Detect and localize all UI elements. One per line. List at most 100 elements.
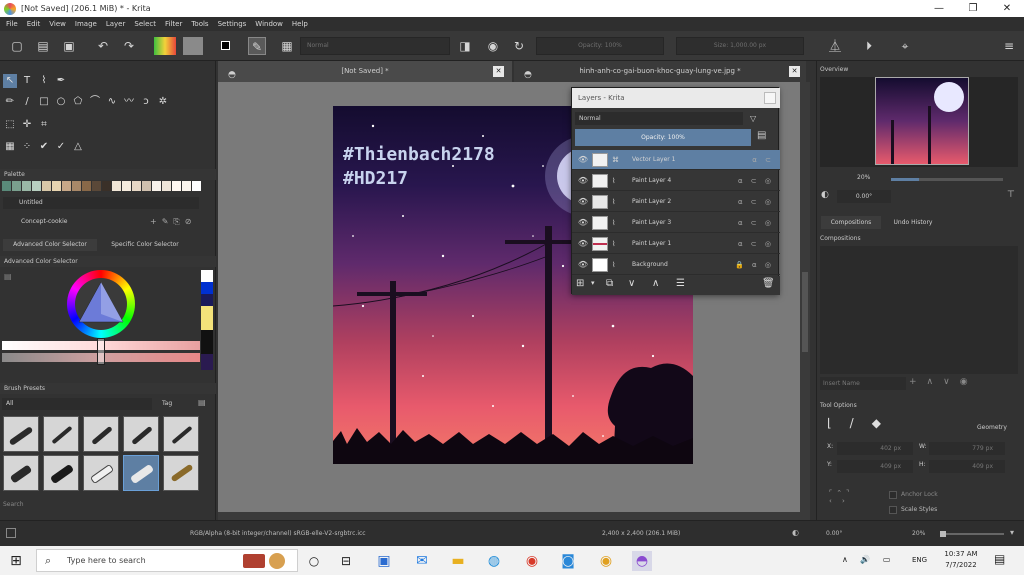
brush-preset[interactable] — [83, 455, 119, 491]
overview-zoom-slider[interactable] — [891, 178, 1003, 181]
shape-tool-modes-icon[interactable]: ⌊/◆ — [827, 416, 917, 432]
visibility-eye-icon[interactable]: 👁 — [577, 192, 589, 212]
visibility-eye-icon[interactable]: 👁 — [577, 171, 589, 191]
assistant-tool-icon[interactable]: △ — [71, 140, 85, 154]
windows-start-icon[interactable]: ⊞ — [6, 551, 26, 571]
store-app-icon[interactable]: ▣ — [374, 551, 394, 571]
layer-lock-alpha-icons[interactable]: α ⊂ ◎ — [738, 234, 774, 254]
delete-layer-icon[interactable]: 🗑 — [762, 278, 775, 289]
brush-preset[interactable] — [163, 455, 199, 491]
transform-tool-icon[interactable]: ⬚ — [3, 118, 17, 132]
menu-image[interactable]: Image — [75, 20, 97, 28]
layer-lock-alpha-icons[interactable]: α ⊂ ◎ — [738, 171, 774, 191]
menu-tools[interactable]: Tools — [191, 20, 208, 28]
zoom-app-icon[interactable]: ◙ — [558, 551, 578, 571]
polyline-tool-icon[interactable]: ⌒ — [88, 95, 102, 109]
ellipse-tool-icon[interactable]: ○ — [54, 95, 68, 109]
text-tool-icon[interactable]: T — [20, 74, 34, 88]
brush-preset-icon[interactable]: ✎ — [248, 37, 266, 55]
layer-thumbnail-size-icon[interactable]: ▤ — [757, 130, 773, 144]
add-layer-dropdown-icon[interactable]: ▾ — [591, 279, 595, 287]
layer-row-paint-layer-2[interactable]: 👁 ⌇ Paint Layer 2 α ⊂ ◎ — [572, 192, 780, 212]
vertical-scrollbar[interactable] — [800, 82, 810, 512]
eraser-icon[interactable]: ◨ — [456, 37, 474, 55]
palette-swatches[interactable] — [0, 181, 216, 193]
color-wheel[interactable] — [67, 270, 135, 338]
tab-undo-history[interactable]: Undo History — [883, 216, 943, 229]
multibrush-tool-icon[interactable]: ✲ — [156, 95, 170, 109]
compositions-list[interactable] — [820, 246, 1018, 374]
polygon-tool-icon[interactable]: ⬠ — [71, 95, 85, 109]
brush-preset[interactable] — [123, 416, 159, 452]
input-language[interactable]: ENG — [912, 556, 927, 564]
move-layer-down-icon[interactable]: ∨ — [628, 278, 635, 289]
wrap-around-icon[interactable]: ⌖ — [896, 37, 914, 55]
status-zoom[interactable]: 20% — [912, 530, 925, 537]
menu-filter[interactable]: Filter — [165, 20, 182, 28]
status-rotation-icon[interactable]: ◐ — [792, 528, 799, 537]
notification-icon[interactable]: ▤ — [994, 552, 1005, 566]
anchor-lock-checkbox[interactable] — [889, 491, 897, 499]
slider-handle[interactable] — [97, 338, 105, 365]
new-document-icon[interactable]: ▢ — [8, 37, 26, 55]
selection-indicator-icon[interactable] — [6, 528, 16, 538]
freehand-brush-tool-icon[interactable]: ✏ — [3, 95, 17, 109]
brush-preset-selected[interactable] — [123, 455, 159, 491]
gradient-swatch[interactable] — [154, 37, 176, 55]
menu-hamburger-icon[interactable]: ≡ — [1000, 37, 1018, 55]
menu-settings[interactable]: Settings — [218, 20, 247, 28]
tab-document-1[interactable]: [Not Saved] * ✕ ◓ — [218, 61, 512, 82]
horizontal-scrollbar[interactable] — [218, 512, 810, 520]
tag-button[interactable]: Tag — [162, 398, 196, 410]
composition-name-input[interactable]: Insert Name — [820, 377, 906, 390]
y-field[interactable]: 409 px — [837, 460, 913, 473]
add-layer-icon[interactable]: ⊞ — [576, 278, 584, 289]
status-rotation[interactable]: 0.00° — [826, 530, 842, 537]
rotate-icon[interactable]: ◐ — [821, 190, 835, 202]
composition-actions-icon[interactable]: +∧∨◉ — [909, 377, 1019, 390]
fill-tool-icon[interactable]: ✔ — [37, 140, 51, 154]
menu-select[interactable]: Select — [134, 20, 156, 28]
anchor-grid-icon[interactable]: ⌜⌃⌝ ‹ › — [829, 489, 873, 513]
tab-advanced-color-selector[interactable]: Advanced Color Selector — [3, 239, 97, 251]
h-field[interactable]: 409 px — [929, 460, 1005, 473]
open-document-icon[interactable]: ▤ — [34, 37, 52, 55]
brush-preset[interactable] — [3, 416, 39, 452]
x-field[interactable]: 402 px — [837, 442, 913, 455]
menu-window[interactable]: Window — [255, 20, 283, 28]
clock-time[interactable]: 10:37 AM — [940, 550, 982, 558]
system-tray-icons[interactable]: ∧ 🔊 ▭ — [842, 555, 895, 564]
grid-tool-icon[interactable]: ▦ — [3, 140, 17, 154]
layer-row-paint-layer-3[interactable]: 👁 ⌇ Paint Layer 3 α ⊂ ◎ — [572, 213, 780, 233]
save-icon[interactable]: ▣ — [60, 37, 78, 55]
workspace-icon[interactable]: ▦ — [278, 37, 296, 55]
visibility-eye-icon[interactable]: 👁 — [577, 213, 589, 233]
layer-row-background[interactable]: 👁 ⌇ Background 🔒 α ◎ — [572, 255, 780, 275]
mirror-view-icon[interactable]: ⊤ — [1007, 190, 1019, 202]
menu-help[interactable]: Help — [292, 20, 308, 28]
close-tab-icon[interactable]: ✕ — [493, 66, 504, 77]
layer-lock-alpha-icons[interactable]: α ⊂ ◎ — [738, 213, 774, 233]
layer-lock-alpha-icons[interactable]: α ⊂ — [752, 150, 774, 170]
status-zoom-slider[interactable] — [940, 531, 1004, 537]
tab-specific-color-selector[interactable]: Specific Color Selector — [100, 239, 190, 251]
chrome-profile-app-icon[interactable]: ◉ — [596, 551, 616, 571]
fg-bg-color-icon[interactable] — [216, 37, 234, 55]
size-slider[interactable]: Size: 1,000.00 px — [676, 37, 804, 55]
maximize-button[interactable]: ❐ — [956, 3, 990, 14]
edit-shapes-tool-icon[interactable]: ⌇ — [37, 74, 51, 88]
layer-opacity-slider[interactable]: Opacity: 100% — [575, 129, 751, 146]
layer-row-vector-layer-1[interactable]: 👁 ⌘ Vector Layer 1 α ⊂ — [572, 150, 780, 170]
preserve-alpha-icon[interactable]: ◉ — [484, 37, 502, 55]
brush-preset[interactable] — [43, 416, 79, 452]
krita-taskbar-icon[interactable]: ◓ — [632, 551, 652, 571]
preset-actions-icon[interactable]: +✎⎘⊘ — [150, 215, 210, 228]
reload-preset-icon[interactable]: ↻ — [510, 37, 528, 55]
freehand-path-tool-icon[interactable]: 〰 — [122, 95, 136, 109]
close-tab-icon[interactable]: ✕ — [789, 66, 800, 77]
brush-view-icon[interactable]: ▤ — [198, 398, 210, 410]
layer-row-paint-layer-4[interactable]: 👁 ⌇ Paint Layer 4 α ⊂ ◎ — [572, 171, 780, 191]
blend-mode-select[interactable]: Normal — [300, 37, 450, 55]
crop-tool-icon[interactable]: ⌗ — [37, 118, 51, 132]
visibility-eye-icon[interactable]: 👁 — [577, 234, 589, 254]
